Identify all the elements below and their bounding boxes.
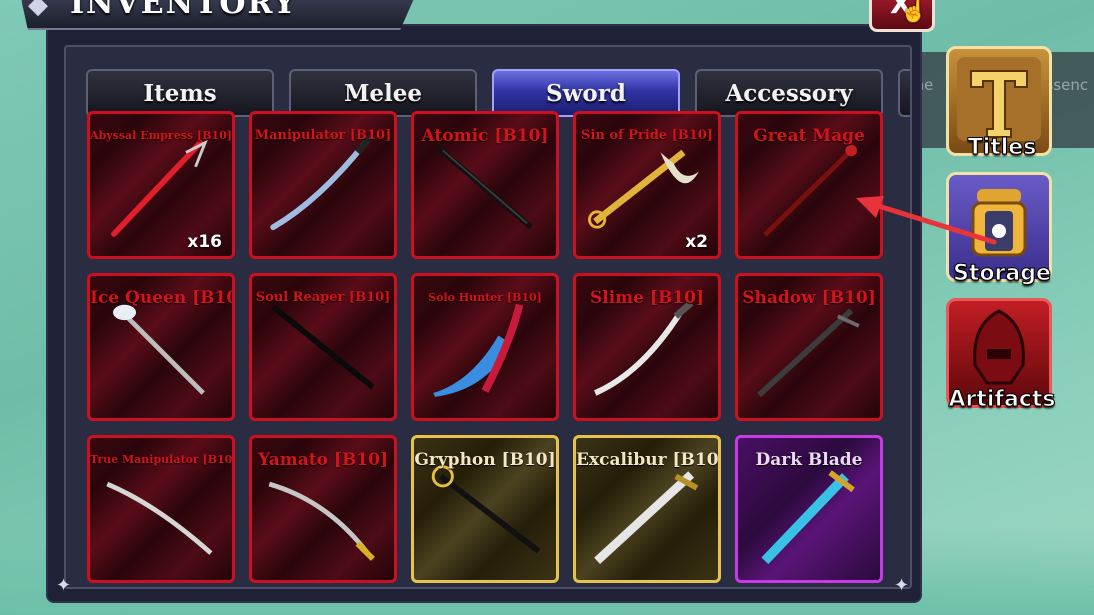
inventory-slot[interactable]: Dark Blade — [735, 435, 883, 583]
item-name: Shadow [B10] — [742, 288, 876, 308]
item-quantity: x16 — [187, 232, 222, 252]
inventory-slot[interactable]: Abyssal Empress [B10] x16 — [87, 111, 235, 259]
inventory-panel: Items Melee Sword Accessory Abyssal Empr… — [48, 26, 920, 601]
inventory-slot[interactable]: Sin of Pride [B10] x2 — [573, 111, 721, 259]
item-name: Great Mage — [753, 126, 865, 146]
side-label-titles: Titles — [967, 135, 1037, 161]
tab-melee[interactable]: Melee — [289, 69, 477, 117]
inventory-slot[interactable]: Ice Queen [B10] — [87, 273, 235, 421]
hand-cursor-icon: ☝ — [900, 0, 928, 24]
item-name: Dark Blade — [755, 450, 863, 470]
tab-accessory[interactable]: Accessory — [695, 69, 883, 117]
item-name: Sin of Pride [B10] — [581, 128, 713, 143]
annotation-arrow-icon — [856, 196, 997, 245]
tab-overflow[interactable] — [898, 69, 910, 117]
item-name: Slime [B10] — [589, 288, 705, 308]
inventory-slot[interactable]: Soul Reaper [B10] — [249, 273, 397, 421]
inventory-slot[interactable]: Excalibur [B10] — [573, 435, 721, 583]
item-name: Gryphon [B10] — [414, 450, 556, 470]
item-name: Abyssal Empress [B10] — [90, 129, 232, 142]
item-name: True Manipulator [B10] — [90, 453, 235, 466]
inventory-slot[interactable]: Shadow [B10] — [735, 273, 883, 421]
inventory-slot[interactable]: Solo Hunter [B10] — [411, 273, 559, 421]
item-quantity: x2 — [685, 232, 708, 252]
corner-star-icon: ✦ — [894, 575, 910, 596]
item-name: Manipulator [B10] — [254, 128, 392, 143]
side-button-artifacts[interactable]: Artifacts — [946, 298, 1056, 413]
inventory-slot[interactable]: True Manipulator [B10] — [87, 435, 235, 583]
item-name: Excalibur [B10] — [576, 450, 721, 470]
inventory-slot[interactable]: Manipulator [B10] — [249, 111, 397, 259]
inventory-slot[interactable]: Gryphon [B10] — [411, 435, 559, 583]
close-button[interactable]: X ☝ — [869, 0, 935, 32]
item-name: Ice Queen [B10] — [90, 288, 235, 308]
tab-items[interactable]: Items — [86, 69, 274, 117]
inventory-slot[interactable]: Atomic [B10] — [411, 111, 559, 259]
corner-star-icon: ✦ — [56, 575, 72, 596]
side-button-titles[interactable]: Titles — [946, 46, 1052, 161]
window-title: INVENTORY — [70, 0, 297, 21]
item-name: Yamato [B10] — [257, 450, 389, 470]
tab-sword[interactable]: Sword — [492, 69, 680, 117]
item-name: Solo Hunter [B10] — [428, 291, 542, 304]
inventory-emblem-icon: ◆ — [28, 0, 48, 20]
inventory-slot[interactable]: Slime [B10] — [573, 273, 721, 421]
item-name: Soul Reaper [B10] — [255, 290, 391, 305]
side-label-storage: Storage — [953, 261, 1052, 287]
item-name: Atomic [B10] — [421, 126, 549, 146]
side-label-artifacts: Artifacts — [948, 387, 1056, 413]
inventory-inner-frame: Items Melee Sword Accessory Abyssal Empr… — [64, 45, 912, 589]
inventory-slot[interactable]: Yamato [B10] — [249, 435, 397, 583]
